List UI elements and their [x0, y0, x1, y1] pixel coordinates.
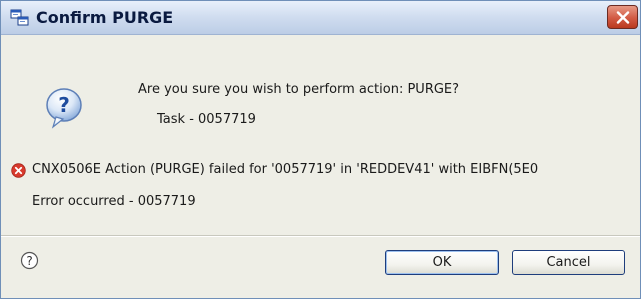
- error-occurred-label: Error occurred - 0057719: [32, 194, 196, 209]
- task-label: Task - 0057719: [157, 112, 256, 127]
- close-button[interactable]: [607, 5, 638, 29]
- title-bar[interactable]: Confirm PURGE: [1, 1, 640, 35]
- cancel-button[interactable]: Cancel: [512, 250, 625, 275]
- button-bar-divider: [1, 235, 640, 237]
- confirm-purge-dialog: Confirm PURGE ? Are you sure you wish to…: [0, 0, 641, 299]
- svg-text:?: ?: [58, 93, 70, 117]
- error-message: CNX0506E Action (PURGE) failed for '0057…: [32, 162, 539, 177]
- question-icon: ?: [44, 86, 84, 130]
- confirmation-prompt: Are you sure you wish to perform action:…: [138, 82, 460, 97]
- svg-text:?: ?: [26, 254, 32, 268]
- window-app-icon: [10, 9, 30, 27]
- ok-button[interactable]: OK: [385, 250, 499, 275]
- close-icon: [616, 11, 630, 24]
- help-icon[interactable]: ?: [20, 251, 39, 270]
- error-icon: [11, 163, 26, 178]
- window-title: Confirm PURGE: [36, 8, 174, 27]
